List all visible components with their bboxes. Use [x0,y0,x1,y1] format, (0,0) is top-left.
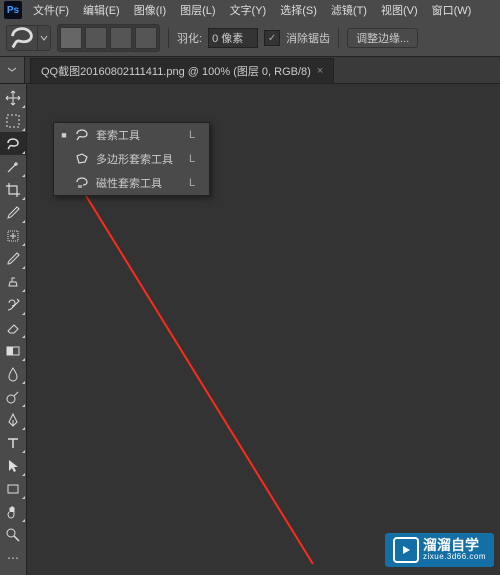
antialias-checkbox[interactable]: ✓ [264,30,280,46]
selection-mode-group [57,24,160,52]
options-bar: 羽化: ✓ 消除锯齿 调整边缘... [0,20,500,57]
healing-brush-tool[interactable] [0,224,26,247]
dodge-tool[interactable] [0,385,26,408]
polygonal-lasso-tool-option[interactable]: 多边形套索工具 L [54,147,209,171]
document-tab[interactable]: QQ截图20160802111411.png @ 100% (图层 0, RGB… [30,58,334,83]
active-dot-icon: ■ [60,130,68,140]
app-logo: Ps [4,1,22,19]
double-chevron-icon [7,67,17,73]
tab-bar-handle[interactable] [0,57,25,83]
rectangle-tool[interactable] [0,477,26,500]
menu-image[interactable]: 图像(I) [128,0,172,20]
clone-stamp-tool[interactable] [0,270,26,293]
polygonal-lasso-icon [74,151,90,167]
selection-subtract-icon[interactable] [110,27,132,49]
feather-input[interactable] [208,28,258,48]
history-brush-tool[interactable] [0,293,26,316]
magnetic-lasso-tool-option[interactable]: 磁性套索工具 L [54,171,209,195]
play-icon [393,537,419,563]
move-tool[interactable] [0,86,26,109]
crop-tool[interactable] [0,178,26,201]
close-icon[interactable]: × [317,65,323,77]
eraser-tool[interactable] [0,316,26,339]
document-tab-title: QQ截图20160802111411.png @ 100% (图层 0, RGB… [41,63,311,79]
watermark-subtitle: zixue.3d66.com [423,553,486,562]
flyout-item-label: 磁性套索工具 [96,175,173,191]
menu-window[interactable]: 窗口(W) [426,0,478,20]
menu-layer[interactable]: 图层(L) [174,0,221,20]
gradient-tool[interactable] [0,339,26,362]
current-tool-dropdown[interactable] [6,25,51,51]
annotation-arrow-icon [53,144,353,574]
separator [338,28,339,48]
antialias-label: 消除锯齿 [286,30,330,46]
menu-bar: Ps 文件(F) 编辑(E) 图像(I) 图层(L) 文字(Y) 选择(S) 滤… [0,0,500,20]
hand-tool[interactable] [0,500,26,523]
watermark: 溜溜自学 zixue.3d66.com [385,533,494,567]
path-selection-tool[interactable] [0,454,26,477]
zoom-tool[interactable] [0,523,26,546]
magic-wand-tool[interactable] [0,155,26,178]
tool-bar: ⋯ [0,84,27,575]
blur-tool[interactable] [0,362,26,385]
more-tools[interactable]: ⋯ [0,546,26,569]
magnetic-lasso-icon [74,175,90,191]
menu-select[interactable]: 选择(S) [274,0,323,20]
menu-type[interactable]: 文字(Y) [224,0,273,20]
selection-intersect-icon[interactable] [135,27,157,49]
eyedropper-tool[interactable] [0,201,26,224]
flyout-item-label: 多边形套索工具 [96,151,173,167]
flyout-item-label: 套索工具 [96,127,173,143]
marquee-tool[interactable] [0,109,26,132]
lasso-icon [74,127,90,143]
menu-edit[interactable]: 编辑(E) [77,0,126,20]
flyout-item-shortcut: L [189,129,195,141]
selection-new-icon[interactable] [60,27,82,49]
pen-tool[interactable] [0,408,26,431]
document-tab-bar: QQ截图20160802111411.png @ 100% (图层 0, RGB… [0,57,500,84]
menu-view[interactable]: 视图(V) [375,0,424,20]
menu-filter[interactable]: 滤镜(T) [325,0,373,20]
lasso-flyout-menu: ■ 套索工具 L 多边形套索工具 L 磁性套索工具 L [53,122,210,196]
selection-add-icon[interactable] [85,27,107,49]
type-tool[interactable] [0,431,26,454]
canvas-area[interactable]: ■ 套索工具 L 多边形套索工具 L 磁性套索工具 L [27,84,500,575]
lasso-tool-option[interactable]: ■ 套索工具 L [54,123,209,147]
brush-tool[interactable] [0,247,26,270]
watermark-title: 溜溜自学 [423,538,486,553]
refine-edge-button[interactable]: 调整边缘... [347,28,418,48]
lasso-icon [7,26,37,50]
menu-file[interactable]: 文件(F) [27,0,75,20]
flyout-item-shortcut: L [189,153,195,165]
work-area: ⋯ ■ 套索工具 L 多边形套索工具 L 磁性套索工具 L [0,84,500,575]
lasso-tool[interactable] [0,132,26,155]
chevron-down-icon[interactable] [37,26,50,50]
feather-label: 羽化: [177,30,202,46]
flyout-item-shortcut: L [189,177,195,189]
separator [168,28,169,48]
